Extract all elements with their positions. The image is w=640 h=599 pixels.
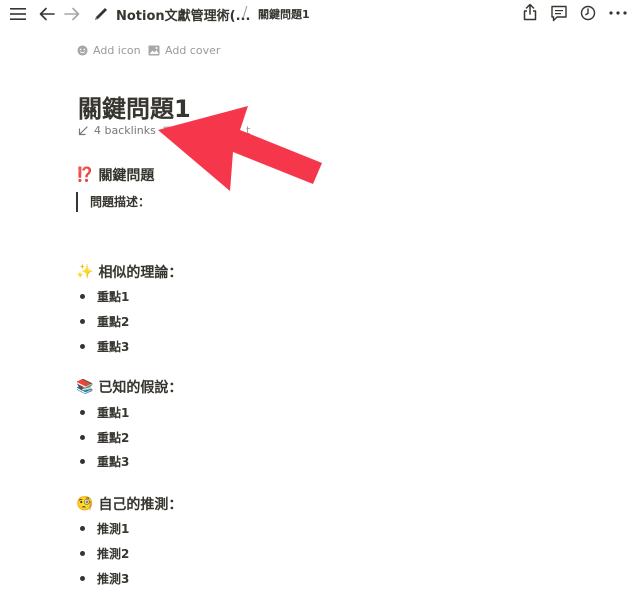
list-item-text: 重點3: [97, 340, 130, 354]
list-item[interactable]: 推測2: [80, 545, 129, 562]
list-item[interactable]: 重點1: [80, 404, 129, 421]
add-comment-button[interactable]: t: [163, 124, 250, 137]
list-item-text: 重點2: [97, 431, 130, 445]
smiley-icon: [77, 45, 88, 56]
list-item-text: 推測1: [97, 522, 130, 536]
bullet-icon: [80, 294, 85, 299]
list-item[interactable]: 推測3: [80, 570, 129, 587]
monocle-face-emoji: 🧐: [76, 496, 94, 512]
heading-key-question[interactable]: ⁉️ 關鍵問題: [76, 165, 154, 185]
add-cover-button[interactable]: Add cover: [148, 44, 220, 57]
bullet-icon: [80, 459, 85, 464]
list-item-text: 推測2: [97, 547, 130, 561]
add-cover-label: Add cover: [165, 44, 221, 57]
list-item[interactable]: 重點2: [80, 429, 129, 446]
backlink-arrow-icon: [78, 125, 88, 136]
list-item[interactable]: 重點1: [80, 288, 129, 305]
exclamation-question-emoji: ⁉️: [76, 167, 94, 183]
bullet-icon: [80, 319, 85, 324]
menu-icon[interactable]: [7, 3, 29, 25]
image-icon: [148, 45, 160, 56]
list-item[interactable]: 重點2: [80, 313, 129, 330]
backlinks-label: 4 backlinks: [94, 124, 156, 137]
list-item-text: 重點2: [97, 315, 130, 329]
pen-icon: [90, 3, 112, 25]
list-item-text: 重點1: [97, 406, 130, 420]
list-item[interactable]: 重點3: [80, 338, 129, 355]
list-item[interactable]: 重點3: [80, 453, 129, 470]
heading-own-guess[interactable]: 🧐 自己的推測：: [76, 494, 182, 514]
heading-similar-theory[interactable]: ✨ 相似的理論：: [76, 262, 182, 282]
list-item-text: 重點3: [97, 455, 130, 469]
add-comment-label-partial: t: [246, 124, 251, 137]
heading-known-hypothesis[interactable]: 📚 已知的假說：: [76, 377, 182, 397]
top-bar: Notion文獻管理術(... / 關鍵問題1: [0, 0, 640, 28]
bullet-icon: [80, 410, 85, 415]
breadcrumb-current[interactable]: 關鍵問題1: [258, 6, 310, 22]
heading-text: 關鍵問題: [98, 168, 155, 184]
bullet-icon: [80, 344, 85, 349]
heading-text: 相似的理論：: [98, 265, 183, 281]
bullet-icon: [80, 435, 85, 440]
page-title[interactable]: 關鍵問題1: [78, 89, 191, 124]
comment-small-icon: [163, 126, 173, 136]
list-item-text: 重點1: [97, 290, 130, 304]
add-icon-label: Add icon: [93, 44, 141, 57]
backlinks-button[interactable]: 4 backlinks: [78, 124, 156, 137]
breadcrumb-separator: /: [243, 5, 248, 20]
clock-icon[interactable]: [577, 2, 599, 24]
heading-text: 自己的推測：: [98, 497, 183, 513]
books-emoji: 📚: [76, 379, 94, 395]
comment-icon[interactable]: [548, 2, 570, 24]
bullet-icon: [80, 576, 85, 581]
list-item[interactable]: 推測1: [80, 520, 129, 537]
bullet-icon: [80, 551, 85, 556]
quote-problem-description[interactable]: 問題描述：: [76, 192, 150, 212]
more-icon[interactable]: [605, 2, 631, 24]
forward-arrow-icon[interactable]: [61, 3, 83, 25]
share-icon[interactable]: [519, 1, 541, 23]
bullet-icon: [80, 526, 85, 531]
list-item-text: 推測3: [97, 572, 130, 586]
sparkles-emoji: ✨: [76, 264, 94, 280]
back-arrow-icon[interactable]: [36, 3, 58, 25]
heading-text: 已知的假說：: [98, 380, 183, 396]
breadcrumb-parent[interactable]: Notion文獻管理術(...: [116, 5, 250, 24]
add-icon-button[interactable]: Add icon: [77, 44, 141, 57]
